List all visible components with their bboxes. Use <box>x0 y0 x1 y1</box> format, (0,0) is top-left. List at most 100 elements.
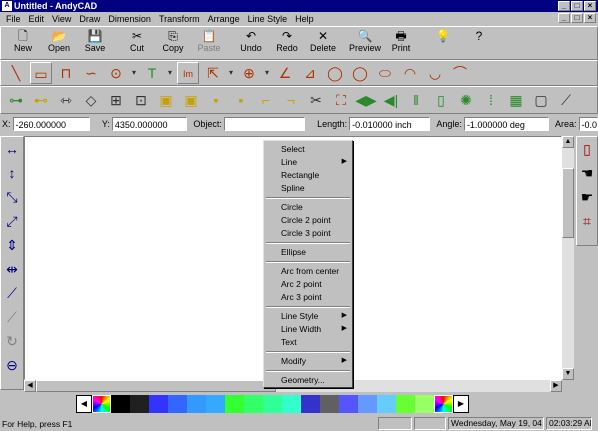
pan-hand-icon[interactable]: ☚ <box>577 161 597 185</box>
angle-field[interactable]: -1.000000 deg <box>463 117 549 131</box>
menu-view[interactable]: View <box>48 14 75 24</box>
doc-minimize-button[interactable]: _ <box>558 13 570 23</box>
color-swatch[interactable] <box>244 395 263 413</box>
menu-item-line-style[interactable]: Line Style ▶ <box>264 310 352 322</box>
length-field[interactable]: -0.010000 inch <box>349 117 431 131</box>
color-swatch[interactable] <box>377 395 396 413</box>
trim-tool-icon[interactable]: ✂ <box>305 89 327 111</box>
vertical-dimension-icon[interactable]: ↕ <box>1 161 23 185</box>
linear-array-icon[interactable]: ⁞ <box>480 89 502 111</box>
x-coordinate-field[interactable]: -260.000000 <box>12 117 90 131</box>
doc-restore-button[interactable]: □ <box>571 13 583 23</box>
menu-item-geometry[interactable]: Geometry... <box>264 374 352 386</box>
snap-tool-icon[interactable]: ⊕ <box>238 62 260 84</box>
menu-item-line[interactable]: Line ▶ <box>264 156 352 168</box>
scroll-up-icon[interactable]: ▲ <box>562 136 574 148</box>
leader-dimension-icon[interactable]: ↻ <box>1 329 23 353</box>
pointer-tool-icon[interactable]: ⇱ <box>202 62 224 84</box>
dropdown-arrow-icon[interactable]: ▾ <box>166 62 174 84</box>
palette-right-icon[interactable]: ▶ <box>453 395 469 413</box>
scroll-left-icon[interactable]: ◀ <box>24 380 36 392</box>
menu-item-modify[interactable]: Modify ▶ <box>264 355 352 367</box>
cut-button[interactable]: ✂ Cut <box>119 27 155 59</box>
copy-button[interactable]: ⎘ Copy <box>155 27 191 59</box>
color-swatch[interactable] <box>130 395 149 413</box>
fill-tool-icon[interactable]: ◇ <box>80 89 102 111</box>
menu-item-arc-2-point[interactable]: Arc 2 point <box>264 278 352 290</box>
menu-item-circle-3-point[interactable]: Circle 3 point <box>264 227 352 239</box>
diameter-dimension-icon[interactable]: ⟋ <box>1 305 23 329</box>
dropdown-arrow-icon[interactable]: ▾ <box>130 62 138 84</box>
arc-2-tool-icon[interactable]: ◡ <box>424 62 446 84</box>
vertical-scroll-thumb[interactable] <box>562 168 574 238</box>
menu-edit[interactable]: Edit <box>25 14 49 24</box>
color-swatch[interactable] <box>111 395 130 413</box>
tip-button[interactable]: 💡 <box>425 27 461 59</box>
baseline-dimension-icon[interactable]: ⇕ <box>1 233 23 257</box>
menu-item-arc-3-point[interactable]: Arc 3 point <box>264 291 352 303</box>
pan-hand-2-icon[interactable]: ☛ <box>577 185 597 209</box>
arc-tool-icon[interactable]: ◠ <box>399 62 421 84</box>
app-icon[interactable]: A <box>2 1 12 11</box>
context-help-button[interactable]: ? <box>461 27 497 59</box>
backward-one-icon[interactable]: ▪ <box>230 89 252 111</box>
menu-item-circle-2-point[interactable]: Circle 2 point <box>264 214 352 226</box>
color-swatch[interactable] <box>225 395 244 413</box>
angular-dimension-icon[interactable]: ⤢ <box>1 209 23 233</box>
ungroup-tool-icon[interactable]: ⊡ <box>130 89 152 111</box>
rotate-array-icon[interactable]: ✺ <box>455 89 477 111</box>
center-mark-icon[interactable]: ⊖ <box>1 353 23 377</box>
color-swatch[interactable] <box>301 395 320 413</box>
doc-close-button[interactable]: × <box>584 13 596 23</box>
ellipse-tool-icon[interactable]: ◯ <box>324 62 346 84</box>
maximize-button[interactable]: □ <box>571 1 583 11</box>
ellipse-2-tool-icon[interactable]: ◯ <box>349 62 371 84</box>
dropdown-arrow-icon[interactable]: ▾ <box>227 62 235 84</box>
line-tool-icon[interactable]: ╲ <box>5 62 27 84</box>
spline-tool-icon[interactable]: ∽ <box>80 62 102 84</box>
color-picker-icon[interactable] <box>434 395 453 413</box>
preview-button[interactable]: 🔍 Preview <box>347 27 383 59</box>
area-field[interactable]: -0.0 <box>578 117 598 131</box>
polyline-tool-icon[interactable]: ⊓ <box>55 62 77 84</box>
select-region-icon[interactable]: ⌗ <box>577 209 597 233</box>
forward-one-icon[interactable]: ▪ <box>205 89 227 111</box>
menu-item-select[interactable]: Select <box>264 143 352 155</box>
save-button[interactable]: 💾 Save <box>77 27 113 59</box>
menu-item-rectangle[interactable]: Rectangle <box>264 169 352 181</box>
menu-item-ellipse[interactable]: Ellipse <box>264 246 352 258</box>
rectangle-tool-icon[interactable]: ▭ <box>30 62 52 84</box>
arc-angle-tool-icon[interactable]: ⊿ <box>299 62 321 84</box>
menu-help[interactable]: Help <box>291 14 318 24</box>
color-swatch[interactable] <box>415 395 434 413</box>
menu-file[interactable]: File <box>2 14 25 24</box>
menu-item-spline[interactable]: Spline <box>264 182 352 194</box>
aligned-dimension-icon[interactable]: ⤡ <box>1 185 23 209</box>
horizontal-dimension-icon[interactable]: ↔ <box>1 137 23 161</box>
circle-tool-icon[interactable]: ⊙ <box>105 62 127 84</box>
grid-array-icon[interactable]: ▦ <box>505 89 527 111</box>
arc-3-tool-icon[interactable]: ⌒ <box>449 62 471 84</box>
close-button[interactable]: × <box>584 1 596 11</box>
menu-line-style[interactable]: Line Style <box>244 14 292 24</box>
color-swatch[interactable] <box>320 395 339 413</box>
menu-transform[interactable]: Transform <box>155 14 204 24</box>
menu-draw[interactable]: Draw <box>75 14 104 24</box>
bring-front-icon[interactable]: ▣ <box>155 89 177 111</box>
redo-button[interactable]: ↷ Redo <box>269 27 305 59</box>
zoom-window-icon[interactable]: ▢ <box>530 89 552 111</box>
menu-item-circle[interactable]: Circle <box>264 201 352 213</box>
align-left-icon[interactable]: ⌐ <box>255 89 277 111</box>
scroll-right-icon[interactable]: ▶ <box>550 380 562 392</box>
dropdown-arrow-icon[interactable]: ▾ <box>263 62 271 84</box>
color-picker-icon[interactable] <box>92 395 111 413</box>
flip-vertical-icon[interactable]: ◀| <box>380 89 402 111</box>
group-tool-icon[interactable]: ⊞ <box>105 89 127 111</box>
delete-button[interactable]: ✕ Delete <box>305 27 341 59</box>
color-swatch[interactable] <box>187 395 206 413</box>
extend-tool-icon[interactable]: ⛶ <box>330 89 352 111</box>
minimize-button[interactable]: _ <box>558 1 570 11</box>
node-2-tool-icon[interactable]: ⊷ <box>30 89 52 111</box>
radius-dimension-icon[interactable]: ⟋ <box>1 281 23 305</box>
node-tool-icon[interactable]: ⊶ <box>5 89 27 111</box>
